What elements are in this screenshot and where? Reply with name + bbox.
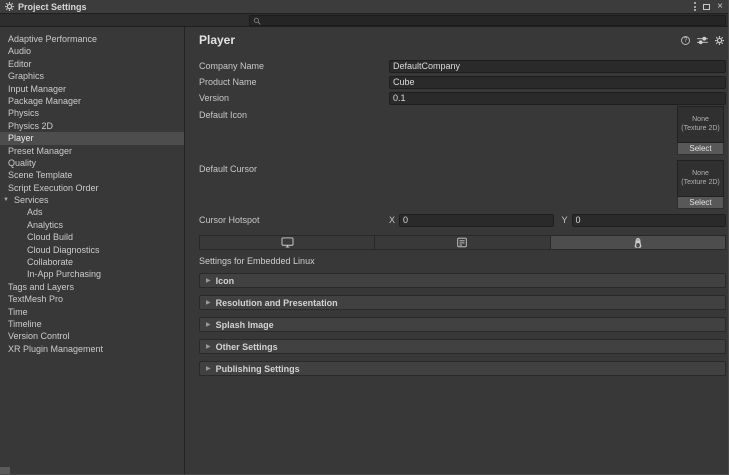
default-cursor-label: Default Cursor xyxy=(199,164,389,174)
x-axis-label: X xyxy=(389,215,399,225)
foldout-closed-icon: ▶ xyxy=(206,277,211,284)
cursor-hotspot-y-field[interactable] xyxy=(572,214,727,227)
sidebar-item-xr-plugin-management[interactable]: XR Plugin Management xyxy=(0,343,184,355)
version-label: Version xyxy=(199,93,389,103)
sidebar-item-in-app-purchasing[interactable]: In-App Purchasing xyxy=(0,268,184,280)
search-box[interactable] xyxy=(249,15,726,26)
settings-sidebar: Adaptive Performance Audio Editor Graphi… xyxy=(0,27,185,474)
sidebar-item-cloud-build[interactable]: Cloud Build xyxy=(0,231,184,243)
section-other-settings[interactable]: ▶ Other Settings xyxy=(199,339,726,354)
cursor-hotspot-label: Cursor Hotspot xyxy=(199,215,389,225)
foldout-open-icon[interactable]: ▼ xyxy=(3,194,9,206)
sidebar-item-player[interactable]: Player xyxy=(0,132,184,144)
settings-gear-icon[interactable] xyxy=(715,36,724,45)
cursor-hotspot-x-field[interactable] xyxy=(399,214,554,227)
project-settings-window: Project Settings × Adaptive Performance … xyxy=(0,0,729,475)
sidebar-item-time[interactable]: Time xyxy=(0,306,184,318)
tab-embedded-linux[interactable] xyxy=(551,236,725,249)
sidebar-item-input-manager[interactable]: Input Manager xyxy=(0,83,184,95)
y-axis-label: Y xyxy=(562,215,572,225)
sidebar-item-collaborate[interactable]: Collaborate xyxy=(0,256,184,268)
sidebar-item-physics[interactable]: Physics xyxy=(0,107,184,119)
sidebar-item-graphics[interactable]: Graphics xyxy=(0,70,184,82)
sidebar-item-scene-template[interactable]: Scene Template xyxy=(0,169,184,181)
default-icon-object-field[interactable]: None (Texture 2D) Select xyxy=(677,106,724,155)
page-title: Player xyxy=(199,33,235,47)
sidebar-item-version-control[interactable]: Version Control xyxy=(0,330,184,342)
desktop-monitor-icon xyxy=(281,237,294,248)
help-icon[interactable]: ? xyxy=(681,36,690,45)
search-icon xyxy=(253,17,261,25)
foldout-closed-icon: ▶ xyxy=(206,343,211,350)
default-icon-label: Default Icon xyxy=(199,110,389,120)
sidebar-item-preset-manager[interactable]: Preset Manager xyxy=(0,145,184,157)
default-cursor-object-field[interactable]: None (Texture 2D) Select xyxy=(677,160,724,209)
foldout-closed-icon: ▶ xyxy=(206,299,211,306)
foldout-closed-icon: ▶ xyxy=(206,365,211,372)
product-name-label: Product Name xyxy=(199,77,389,87)
sidebar-item-quality[interactable]: Quality xyxy=(0,157,184,169)
sidebar-item-adaptive-performance[interactable]: Adaptive Performance xyxy=(0,33,184,45)
title-bar: Project Settings × xyxy=(0,0,728,14)
sidebar-item-textmesh-pro[interactable]: TextMesh Pro xyxy=(0,293,184,305)
tab-desktop[interactable] xyxy=(200,236,375,249)
window-title: Project Settings xyxy=(18,2,87,12)
sidebar-item-tags-and-layers[interactable]: Tags and Layers xyxy=(0,281,184,293)
sidebar-item-editor[interactable]: Editor xyxy=(0,58,184,70)
default-cursor-select-button[interactable]: Select xyxy=(677,197,724,209)
sidebar-item-cloud-diagnostics[interactable]: Cloud Diagnostics xyxy=(0,244,184,256)
sidebar-item-analytics[interactable]: Analytics xyxy=(0,219,184,231)
section-publishing-settings[interactable]: ▶ Publishing Settings xyxy=(199,361,726,376)
tab-dedicated-server[interactable] xyxy=(375,236,550,249)
sidebar-item-audio[interactable]: Audio xyxy=(0,45,184,57)
product-name-field[interactable] xyxy=(389,76,726,89)
close-icon[interactable]: × xyxy=(717,2,723,12)
section-resolution-and-presentation[interactable]: ▶ Resolution and Presentation xyxy=(199,295,726,310)
default-icon-none-preview[interactable]: None (Texture 2D) xyxy=(677,106,724,143)
sidebar-item-timeline[interactable]: Timeline xyxy=(0,318,184,330)
version-field[interactable] xyxy=(389,92,726,105)
gear-icon xyxy=(5,2,14,11)
sidebar-item-services[interactable]: ▼Services xyxy=(0,194,184,206)
sidebar-item-physics-2d[interactable]: Physics 2D xyxy=(0,120,184,132)
sidebar-item-package-manager[interactable]: Package Manager xyxy=(0,95,184,107)
server-icon xyxy=(456,237,468,248)
company-name-label: Company Name xyxy=(199,61,389,71)
search-input[interactable] xyxy=(264,16,722,25)
toolbar xyxy=(0,14,728,27)
maximize-icon[interactable] xyxy=(703,4,710,10)
horizontal-scrollbar-thumb[interactable] xyxy=(0,467,10,474)
sidebar-item-script-execution-order[interactable]: Script Execution Order xyxy=(0,182,184,194)
foldout-closed-icon: ▶ xyxy=(206,321,211,328)
default-cursor-none-preview[interactable]: None (Texture 2D) xyxy=(677,160,724,197)
section-splash-image[interactable]: ▶ Splash Image xyxy=(199,317,726,332)
platform-tab-bar xyxy=(199,235,726,250)
window-menu-icon[interactable] xyxy=(694,2,696,11)
preset-icon[interactable] xyxy=(697,36,708,45)
sidebar-item-ads[interactable]: Ads xyxy=(0,206,184,218)
player-settings-panel: Player ? Company Name Product Name xyxy=(185,27,728,474)
section-icon[interactable]: ▶ Icon xyxy=(199,273,726,288)
default-icon-select-button[interactable]: Select xyxy=(677,143,724,155)
company-name-field[interactable] xyxy=(389,60,726,73)
linux-penguin-icon xyxy=(633,237,643,249)
settings-for-platform-label: Settings for Embedded Linux xyxy=(199,256,726,266)
